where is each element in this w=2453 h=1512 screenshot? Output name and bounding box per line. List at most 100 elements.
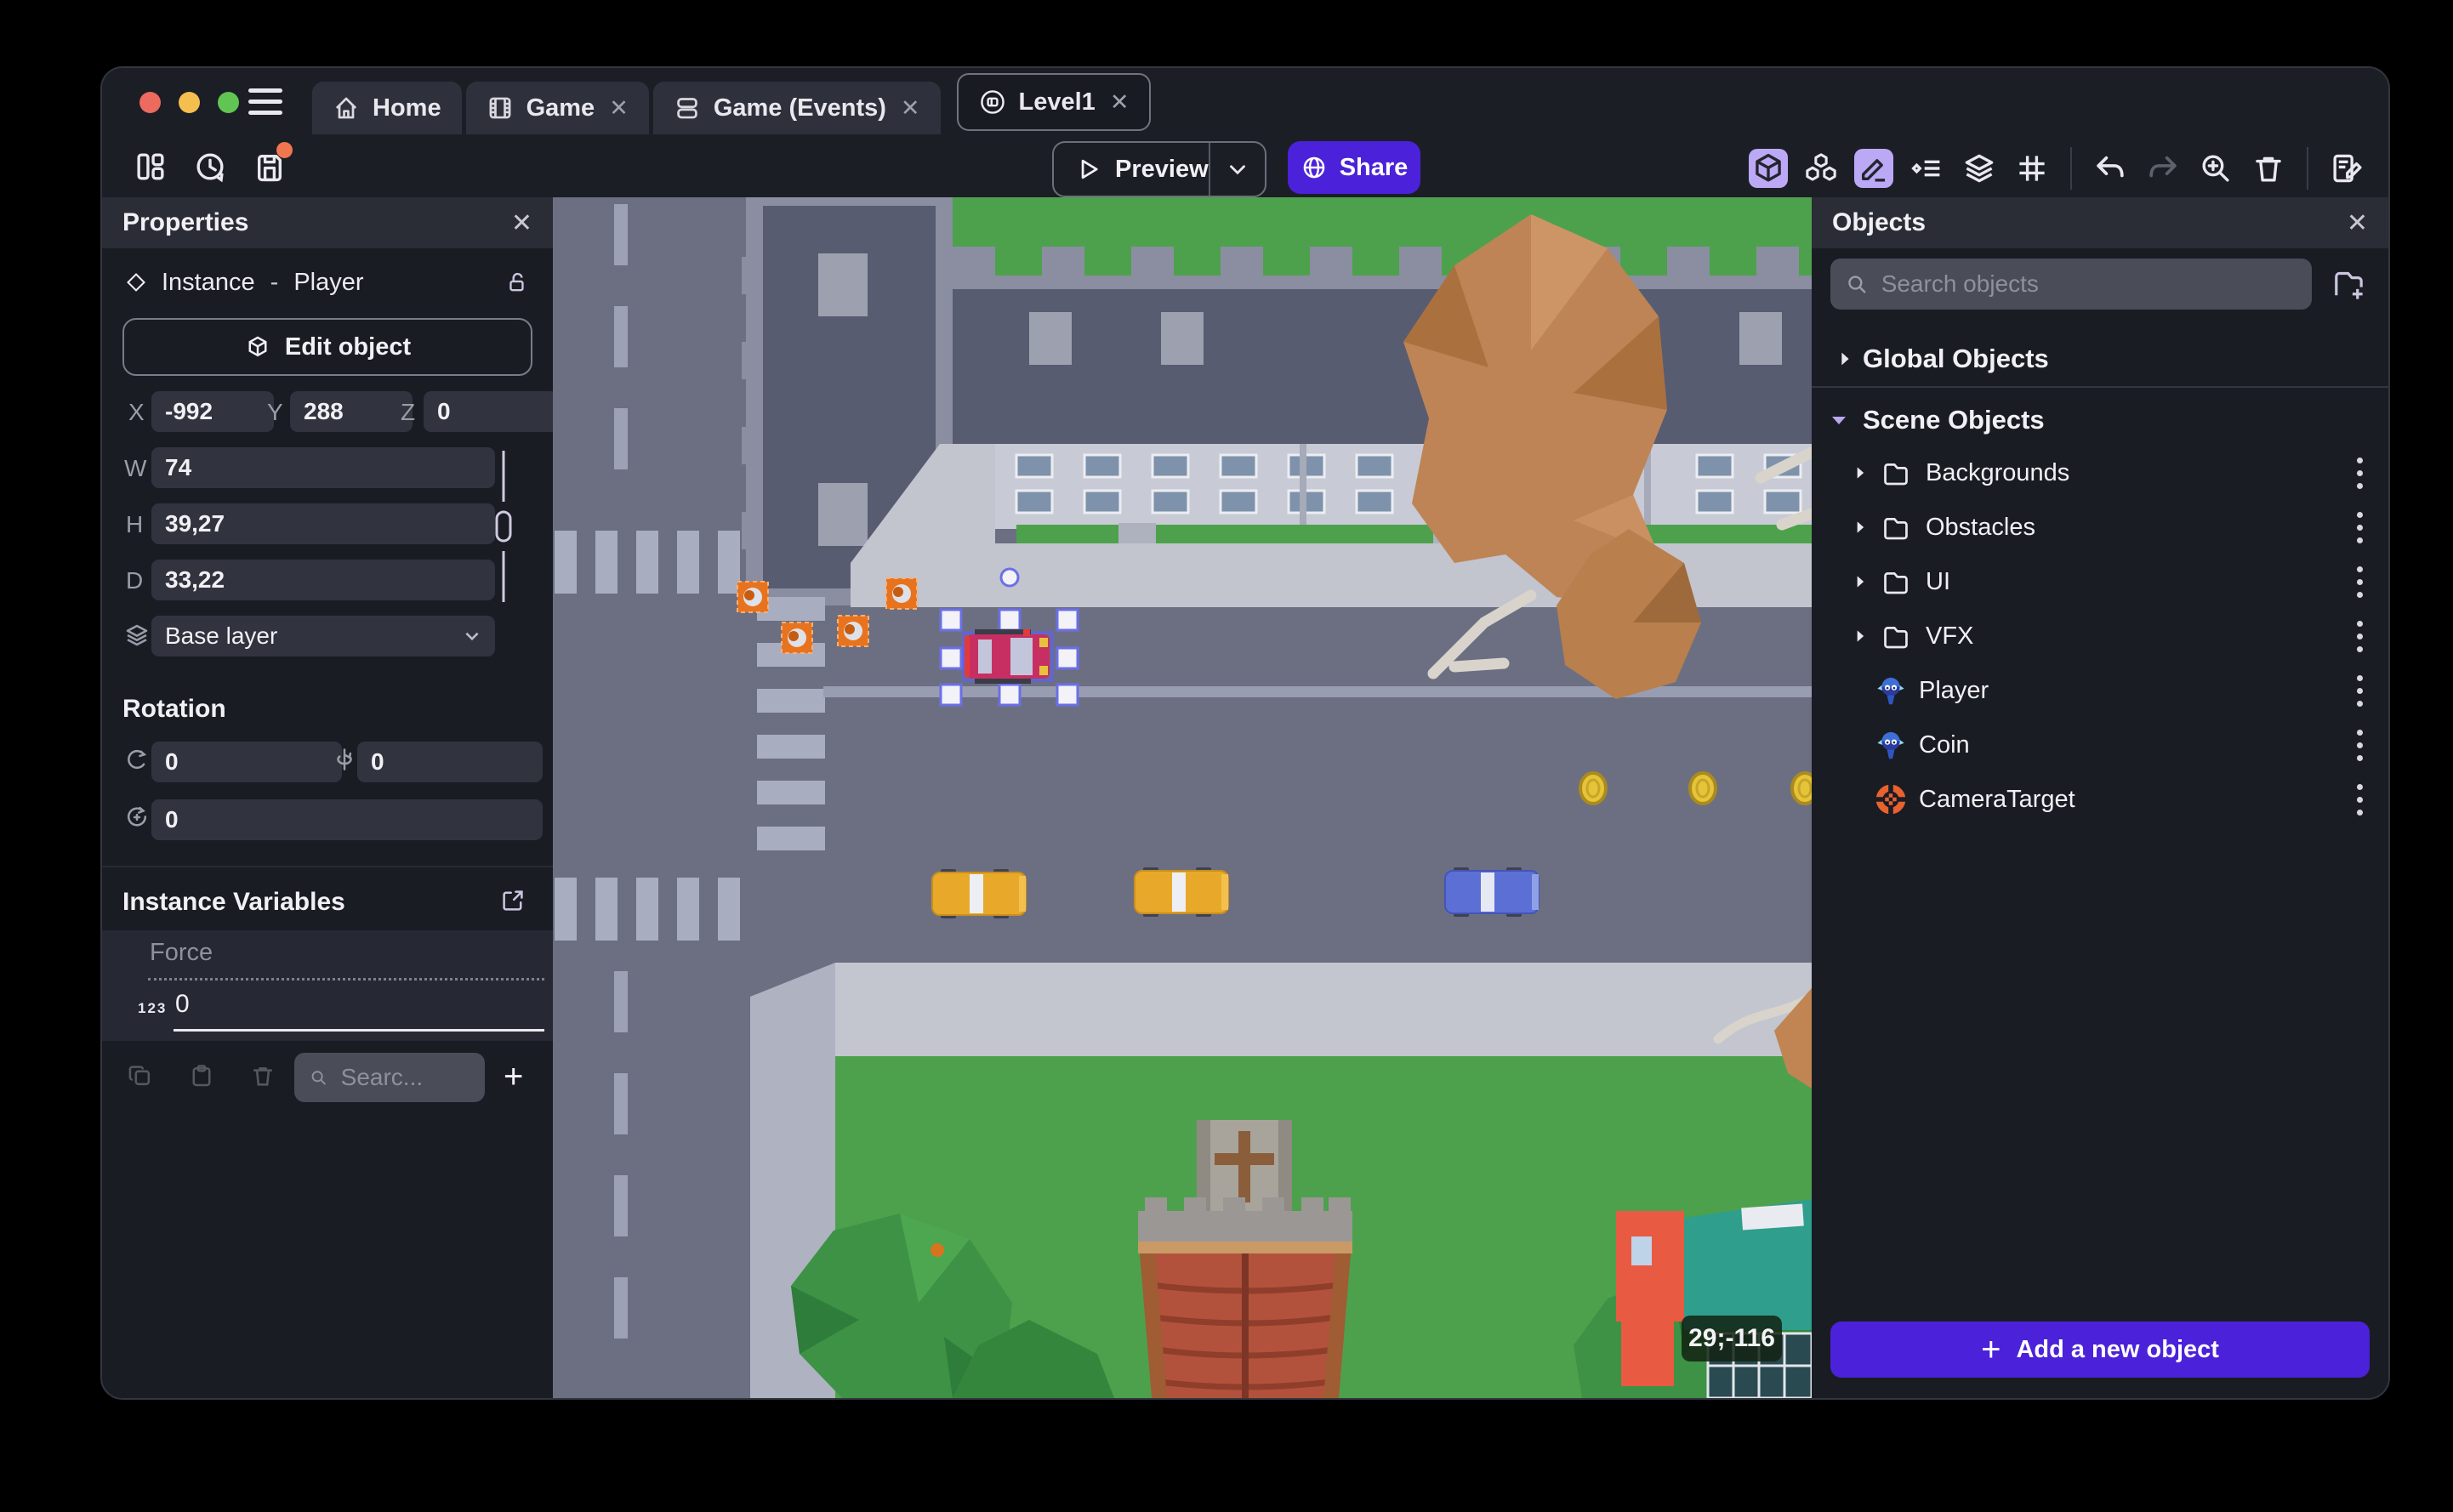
main-menu-icon[interactable] [248, 88, 282, 115]
close-window-button[interactable] [139, 92, 161, 113]
undo-button[interactable] [2091, 149, 2130, 188]
close-icon[interactable]: ✕ [2347, 208, 2368, 238]
x-label: X [128, 399, 145, 425]
share-button[interactable]: Share [1288, 141, 1420, 194]
panels-layout-button[interactable] [131, 147, 170, 186]
triangle-down-icon [1832, 417, 1846, 424]
objects-search-field[interactable] [1830, 259, 2312, 310]
cursor-coordinates-badge: 29;-116 [1682, 1316, 1782, 1361]
global-objects-group[interactable]: Global Objects [1812, 332, 2388, 386]
close-tab-icon[interactable]: ✕ [609, 95, 629, 122]
unlock-icon[interactable] [505, 270, 529, 294]
folder-icon [1884, 572, 1908, 594]
kebab-menu-icon[interactable] [2357, 511, 2363, 543]
kebab-menu-icon[interactable] [2357, 729, 2363, 761]
rotation-z-input[interactable]: 0 [151, 799, 543, 840]
layers-button[interactable] [1960, 149, 1999, 188]
objects-search-input[interactable] [1879, 270, 2296, 298]
open-in-new-icon[interactable] [500, 888, 526, 913]
scene-editor-canvas[interactable]: 29;-116 [553, 197, 1812, 1398]
edit-object-button[interactable]: Edit object [122, 318, 532, 376]
film-icon [487, 94, 514, 122]
z-input[interactable]: 0 [424, 391, 558, 432]
variables-search-input[interactable] [339, 1063, 470, 1092]
instances-list-button[interactable] [1907, 149, 1946, 188]
rotation-y-input[interactable]: 0 [357, 742, 543, 782]
chevron-right-icon [1857, 467, 1864, 479]
variable-name[interactable]: Force [150, 939, 213, 967]
folder-name: VFX [1926, 622, 1974, 650]
kebab-menu-icon[interactable] [2357, 674, 2363, 707]
edit-object-label: Edit object [284, 333, 412, 361]
object-row-cameratarget[interactable]: CameraTarget [1812, 772, 2388, 827]
variable-row[interactable]: Force 123 0 [102, 930, 553, 1041]
width-input[interactable]: 74 [151, 447, 495, 488]
paste-icon[interactable] [189, 1063, 214, 1089]
move-pin-handle[interactable] [999, 567, 1020, 588]
link-dimensions-icon[interactable] [487, 449, 521, 604]
tab-label: Game [526, 94, 595, 122]
preview-label: Preview [1115, 155, 1209, 183]
unsaved-changes-dot [276, 142, 293, 158]
folder-row-obstacles[interactable]: Obstacles [1812, 500, 2388, 554]
close-tab-icon[interactable]: ✕ [1110, 89, 1130, 116]
object-row-player[interactable]: Player [1812, 663, 2388, 718]
kebab-menu-icon[interactable] [2357, 566, 2363, 598]
close-icon[interactable]: ✕ [511, 208, 532, 238]
kebab-menu-icon[interactable] [2357, 620, 2363, 652]
trash-icon[interactable] [250, 1063, 276, 1089]
tab-level1[interactable]: Level1 ✕ [956, 73, 1152, 131]
folder-row-vfx[interactable]: VFX [1812, 609, 2388, 663]
player-car[interactable] [965, 629, 1050, 684]
close-tab-icon[interactable]: ✕ [901, 95, 920, 122]
zoom-in-button[interactable] [2196, 149, 2235, 188]
city-block-bottom[interactable] [750, 963, 1812, 1398]
scene-properties-button[interactable] [2327, 149, 2366, 188]
kebab-menu-icon[interactable] [2357, 783, 2363, 816]
folder-icon [1884, 463, 1908, 486]
preview-button[interactable]: Preview [1054, 143, 1209, 196]
objects-3d-button[interactable] [1801, 149, 1841, 188]
toggle-3d-view-button[interactable] [1749, 149, 1788, 188]
add-new-object-button[interactable]: + Add a new object [1830, 1322, 2370, 1378]
redo-button[interactable] [2143, 149, 2183, 188]
object-row-coin[interactable]: Coin [1812, 718, 2388, 772]
tab-game[interactable]: Game ✕ [465, 82, 649, 134]
teal-building[interactable] [1616, 1199, 1812, 1398]
tab-home[interactable]: Home [312, 82, 462, 134]
variable-value[interactable]: 0 [175, 990, 190, 1019]
y-input[interactable]: 288 [290, 391, 413, 432]
yellow-car[interactable] [931, 869, 1027, 918]
kebab-menu-icon[interactable] [2357, 457, 2363, 489]
maximize-window-button[interactable] [218, 92, 239, 113]
rotation-x-input[interactable]: 0 [151, 742, 342, 782]
tab-game-events[interactable]: Game (Events) ✕ [652, 82, 941, 134]
share-label: Share [1339, 153, 1409, 181]
x-input[interactable]: -992 [151, 391, 274, 432]
copy-icon[interactable] [128, 1063, 153, 1089]
divider [1812, 386, 2388, 388]
history-button[interactable] [191, 147, 230, 186]
yellow-car[interactable] [1134, 867, 1229, 917]
depth-input[interactable]: 33,22 [151, 560, 495, 600]
layer-select[interactable]: Base layer [151, 616, 495, 657]
folder-row-backgrounds[interactable]: Backgrounds [1812, 446, 2388, 500]
edit-mode-button[interactable] [1854, 149, 1893, 188]
instance-variables-title: Instance Variables [122, 888, 345, 916]
blue-car[interactable] [1444, 867, 1540, 917]
home-icon [333, 94, 360, 122]
minimize-window-button[interactable] [179, 92, 200, 113]
objects-panel-title: Objects [1832, 208, 1927, 236]
scene-objects-group[interactable]: Scene Objects [1812, 393, 2388, 447]
chevron-down-icon [1230, 165, 1245, 175]
group-label: Scene Objects [1863, 405, 2045, 435]
add-folder-icon[interactable] [2329, 265, 2366, 303]
delete-button[interactable] [2249, 149, 2288, 188]
folder-row-ui[interactable]: UI [1812, 554, 2388, 609]
object-name: Player [1919, 676, 1989, 704]
height-input[interactable]: 39,27 [151, 503, 495, 544]
variables-search-field[interactable] [294, 1053, 485, 1102]
save-button[interactable] [250, 142, 293, 186]
grid-button[interactable] [2012, 149, 2052, 188]
preview-options-button[interactable] [1209, 143, 1265, 196]
